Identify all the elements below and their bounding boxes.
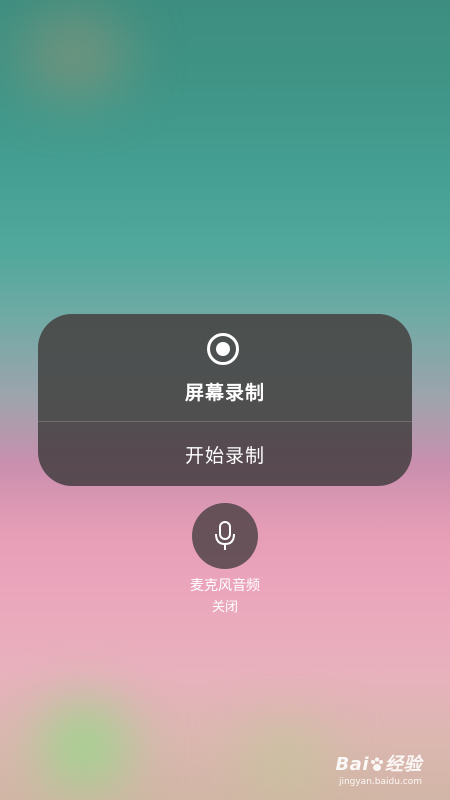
microphone-toggle[interactable] xyxy=(192,503,258,569)
watermark-logo-suffix: 经验 xyxy=(385,754,422,775)
microphone-icon xyxy=(215,521,235,550)
paw-icon xyxy=(371,757,383,771)
background-blur xyxy=(240,720,330,790)
watermark-logo: Bai 经验 xyxy=(335,750,422,776)
start-recording-button[interactable]: 开始录制 xyxy=(38,422,412,486)
record-icon xyxy=(207,333,239,365)
watermark-logo-text: Bai xyxy=(335,754,369,775)
watermark-url: jingyan.baidu.com xyxy=(338,777,422,787)
background-blur xyxy=(40,700,130,790)
screen-recording-header: 屏幕录制 xyxy=(38,314,412,422)
screen-recording-panel: 屏幕录制 开始录制 xyxy=(38,314,412,486)
microphone-status: 关闭 xyxy=(211,600,238,615)
microphone-label: 麦克风音频 xyxy=(190,578,260,594)
screen-recording-title: 屏幕录制 xyxy=(184,382,265,404)
baidu-watermark: Bai 经验 jingyan.baidu.com xyxy=(335,750,422,787)
background-blur xyxy=(20,10,130,100)
